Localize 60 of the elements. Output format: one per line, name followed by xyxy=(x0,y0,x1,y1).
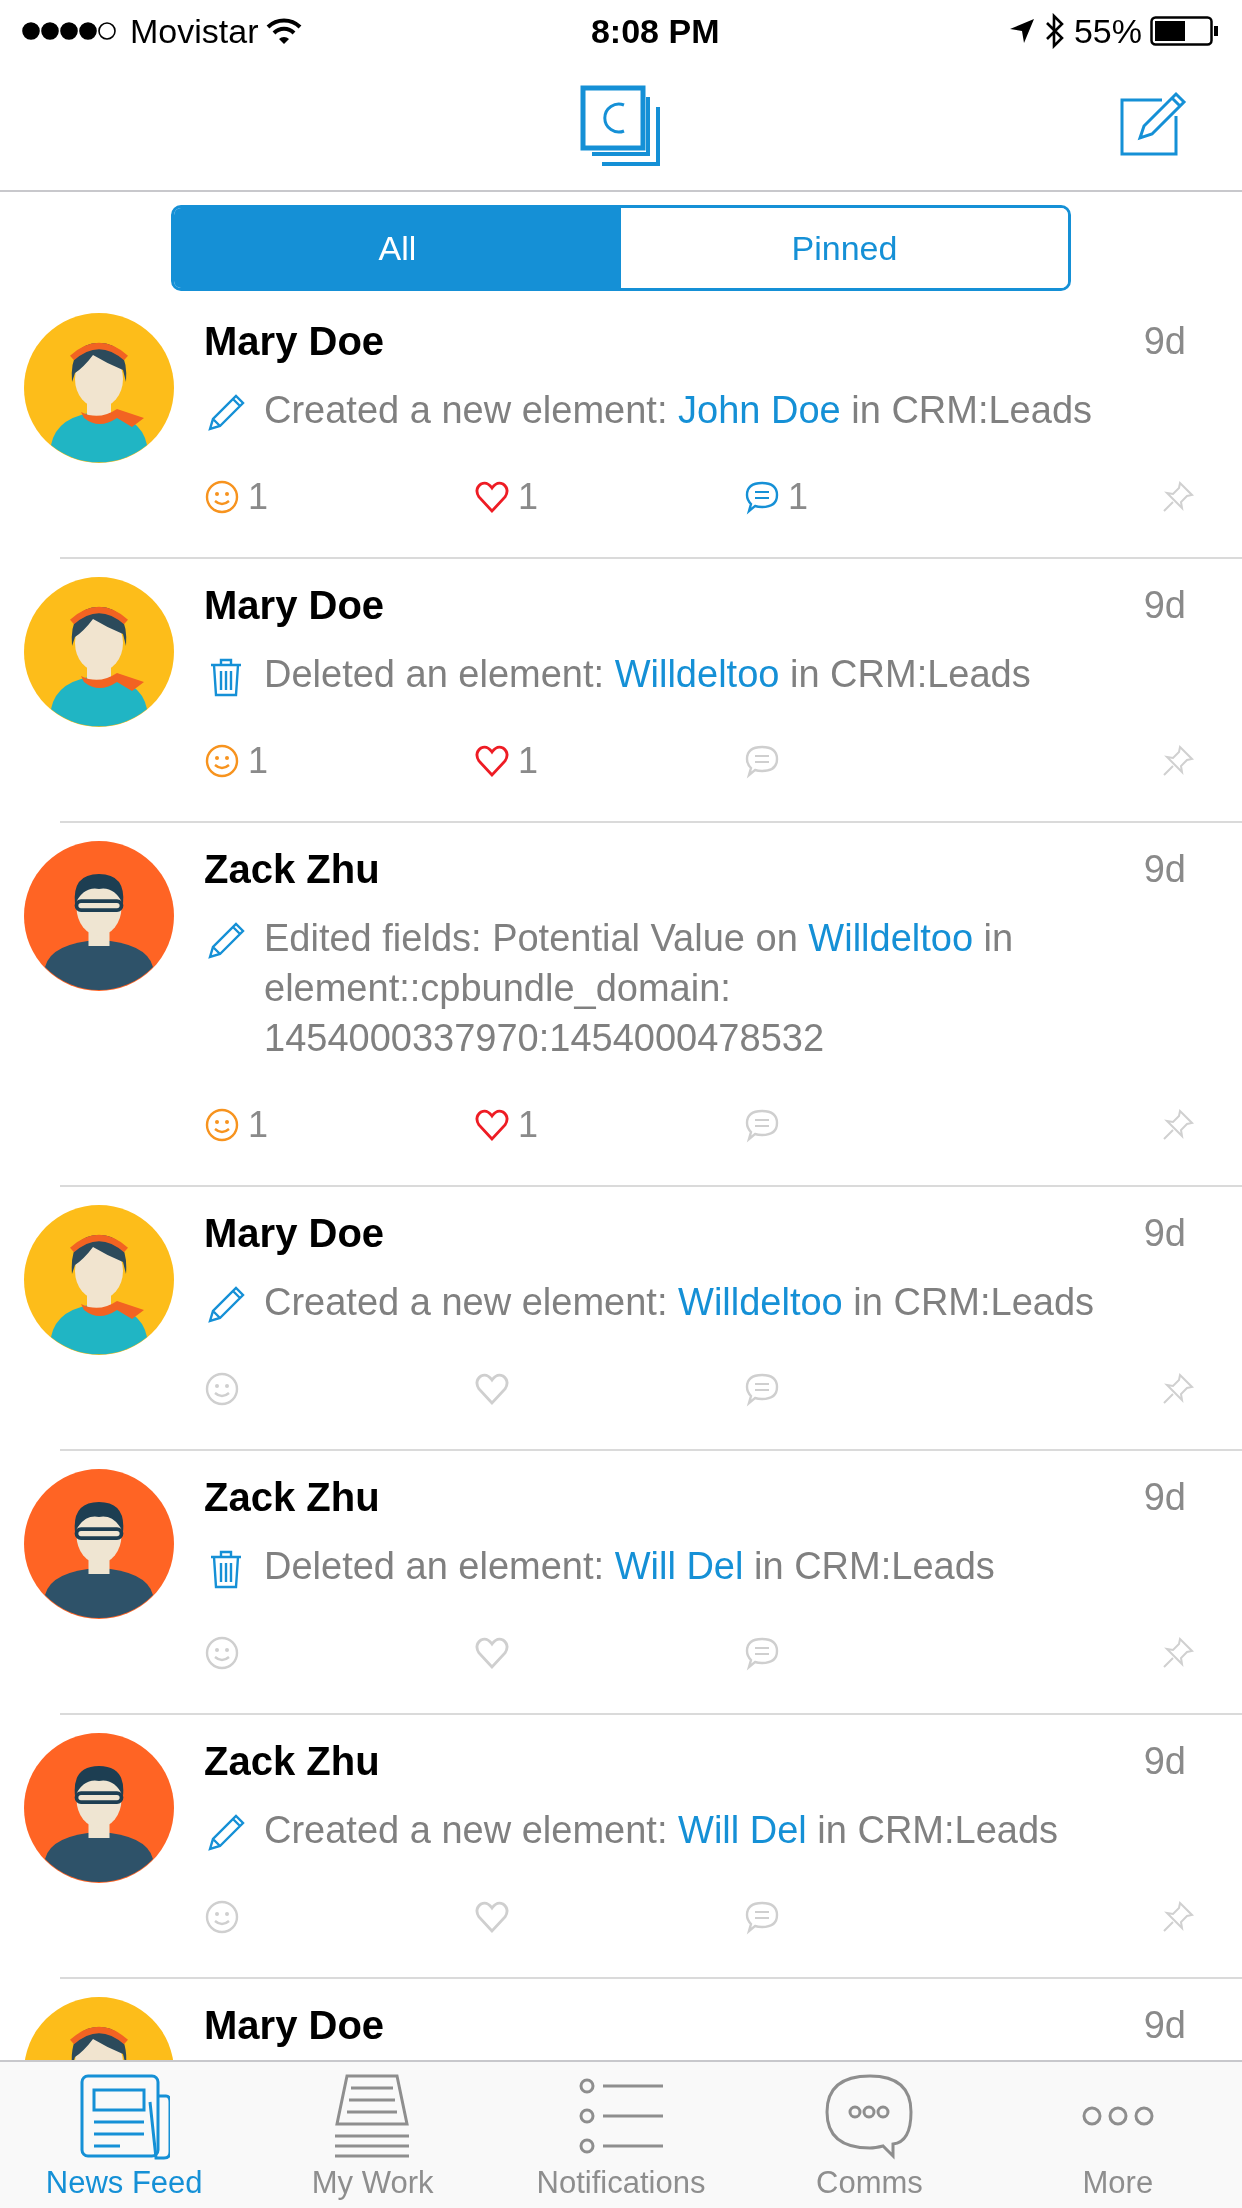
reaction-count: 1 xyxy=(518,739,539,783)
post-time: 9d xyxy=(1143,1211,1186,1256)
battery-percent: 55% xyxy=(1073,10,1142,52)
comment-icon[interactable] xyxy=(744,1635,780,1671)
segment-tab[interactable]: All xyxy=(174,208,621,288)
tab-bar-item[interactable]: News Feed xyxy=(0,2062,249,2208)
activity-text: Created a new element: John Doe in CRM:Leads xyxy=(264,388,1092,433)
comment-icon[interactable] xyxy=(744,1899,780,1935)
smiley-icon[interactable] xyxy=(204,1107,240,1143)
status-time: 8:08 PM xyxy=(589,10,721,52)
activity-text: Created a new element: Will Del in CRM:Leads xyxy=(264,1808,1059,1853)
author-name: Zack Zhu xyxy=(204,846,380,893)
post-time: 9d xyxy=(1143,1739,1186,1784)
post-time: 9d xyxy=(1143,2003,1186,2048)
smiley-icon[interactable] xyxy=(204,1635,240,1671)
smiley-icon[interactable] xyxy=(204,479,240,515)
smiley-icon[interactable] xyxy=(204,1899,240,1935)
author-name: Zack Zhu xyxy=(204,1738,380,1785)
smiley-icon[interactable] xyxy=(204,1371,240,1407)
tab-bar-item[interactable]: Notifications xyxy=(496,2062,746,2208)
author-name: Mary Doe xyxy=(204,582,385,629)
post-time: 9d xyxy=(1143,847,1186,892)
author-name: Mary Doe xyxy=(204,2002,385,2049)
record-link[interactable]: Will Del xyxy=(614,1545,744,1587)
post-time: 9d xyxy=(1143,583,1186,628)
activity-text: Edited fields: Potential Value on Willdeltoo in element::cpbundle_domain: 1454000337970:1454000478532 xyxy=(264,916,1015,1061)
tab-bar-item[interactable]: My Work xyxy=(248,2062,497,2208)
reaction-count: 1 xyxy=(248,1103,269,1147)
author-name: Mary Doe xyxy=(204,318,385,365)
reaction-count: 1 xyxy=(248,475,269,519)
activity-text: Created a new element: Willdeltoo in CRM:Leads xyxy=(264,1280,1095,1325)
activity-text: Deleted an element: Will Del in CRM:Leads xyxy=(264,1544,995,1589)
comment-icon[interactable] xyxy=(744,1107,780,1143)
smiley-icon[interactable] xyxy=(204,743,240,779)
heart-icon[interactable] xyxy=(474,479,510,515)
comment-icon[interactable] xyxy=(744,1371,780,1407)
carrier-name: Movistar xyxy=(130,10,259,52)
heart-icon[interactable] xyxy=(474,1107,510,1143)
reaction-count: 1 xyxy=(248,739,269,783)
post-time: 9d xyxy=(1143,319,1186,364)
record-link[interactable]: Willdeltoo xyxy=(808,917,974,959)
battery-icon xyxy=(1150,16,1220,46)
reaction-count: 1 xyxy=(788,475,809,519)
activity-text: Deleted an element: Willdeltoo in CRM:Leads xyxy=(264,652,1031,697)
wifi-icon xyxy=(266,17,303,45)
record-link[interactable]: John Doe xyxy=(678,389,841,431)
author-name: Zack Zhu xyxy=(204,1474,380,1521)
comment-icon[interactable] xyxy=(744,479,780,515)
reaction-count: 1 xyxy=(518,1103,539,1147)
bluetooth-icon xyxy=(1043,13,1066,49)
tab-bar-item[interactable]: Comms xyxy=(745,2062,994,2208)
record-link[interactable]: Willdeltoo xyxy=(678,1281,843,1323)
author-name: Mary Doe xyxy=(204,1210,385,1257)
reaction-count: 1 xyxy=(518,475,539,519)
record-link[interactable]: Willdeltoo xyxy=(614,653,780,695)
tab-bar-item[interactable]: More xyxy=(993,2062,1242,2208)
heart-icon[interactable] xyxy=(474,743,510,779)
comment-icon[interactable] xyxy=(744,743,780,779)
record-link[interactable]: Will Del xyxy=(678,1809,807,1851)
post-time: 9d xyxy=(1143,1475,1186,1520)
